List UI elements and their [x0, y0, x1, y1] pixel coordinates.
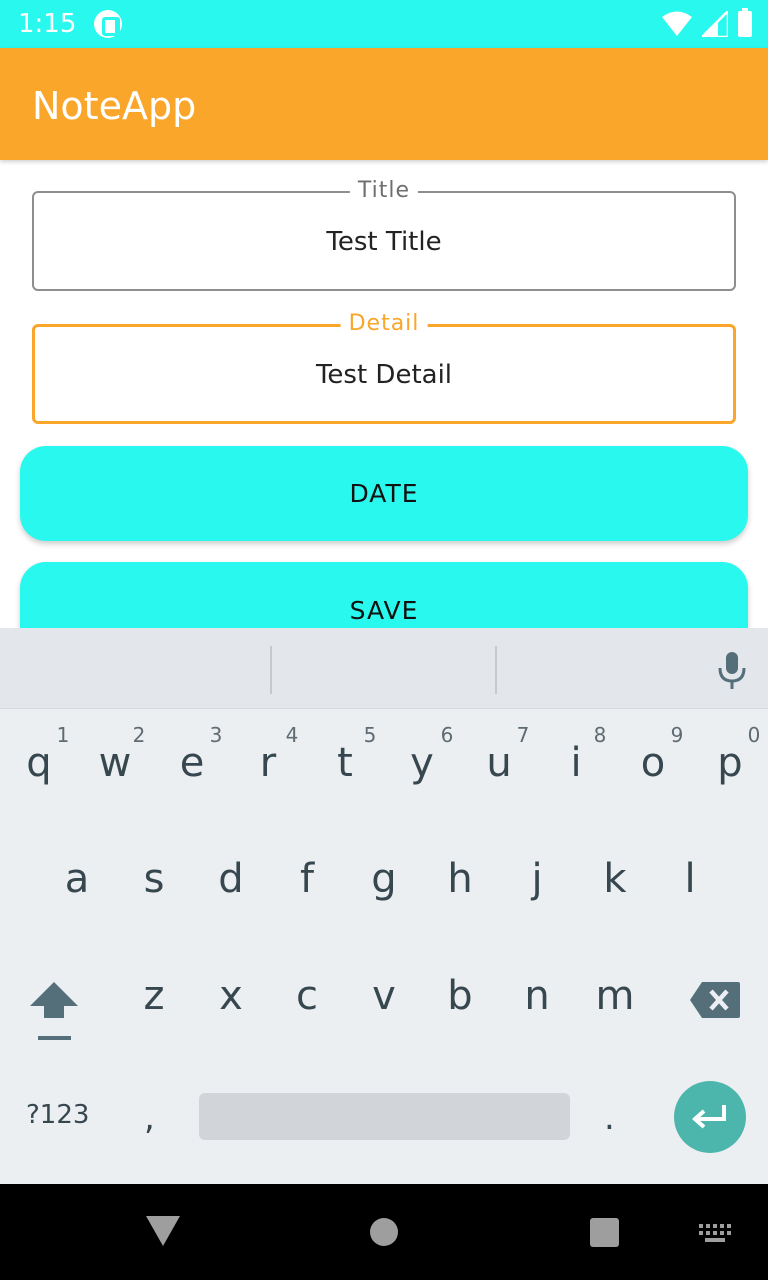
key-r[interactable]: r	[238, 740, 298, 786]
key-h[interactable]: h	[430, 856, 490, 902]
comma-key[interactable]: ,	[144, 1098, 155, 1138]
key-g[interactable]: g	[354, 856, 414, 902]
status-time: 1:15	[18, 9, 77, 39]
key-p[interactable]: p	[700, 740, 760, 786]
key-x[interactable]: x	[201, 973, 261, 1019]
app-title: NoteApp	[32, 84, 197, 128]
key-s[interactable]: s	[124, 856, 184, 902]
period-key[interactable]: .	[604, 1098, 615, 1138]
wifi-icon	[662, 11, 692, 36]
key-v[interactable]: v	[354, 973, 414, 1019]
title-field[interactable]: Title Test Title	[32, 178, 736, 291]
backspace-icon[interactable]	[690, 982, 740, 1018]
title-field-value[interactable]: Test Title	[34, 227, 734, 257]
key-o[interactable]: o	[623, 740, 683, 786]
key-m[interactable]: m	[585, 973, 645, 1019]
status-bar: 1:15	[0, 0, 768, 48]
navigation-bar	[0, 1184, 768, 1280]
key-i[interactable]: i	[546, 740, 606, 786]
battery-icon	[738, 8, 752, 37]
detail-field-value[interactable]: Test Detail	[35, 360, 733, 390]
key-k[interactable]: k	[585, 856, 645, 902]
key-a[interactable]: a	[47, 856, 107, 902]
key-d[interactable]: d	[201, 856, 261, 902]
space-bar[interactable]	[199, 1093, 570, 1140]
detail-field[interactable]: Detail Test Detail	[32, 311, 736, 424]
detail-field-label: Detail	[340, 311, 428, 336]
key-w[interactable]: w	[85, 740, 145, 786]
key-j[interactable]: j	[507, 856, 567, 902]
key-e[interactable]: e	[162, 740, 222, 786]
key-t[interactable]: t	[315, 740, 375, 786]
suggestion-strip	[0, 628, 768, 709]
back-icon[interactable]	[146, 1216, 180, 1246]
enter-icon	[691, 1105, 726, 1129]
soft-keyboard: 1 q 2 w 3 e 4 r 5 t 6 y 7 u 8 i 9 o 0 p …	[0, 628, 768, 1184]
home-icon[interactable]	[370, 1218, 398, 1246]
key-z[interactable]: z	[124, 973, 184, 1019]
title-field-label: Title	[349, 178, 419, 203]
microphone-icon[interactable]	[716, 650, 748, 690]
shift-icon[interactable]	[30, 980, 80, 1042]
key-l[interactable]: l	[660, 856, 720, 902]
key-b[interactable]: b	[430, 973, 490, 1019]
recent-apps-icon[interactable]	[590, 1218, 619, 1247]
key-y[interactable]: y	[392, 740, 452, 786]
keyboard-switch-icon[interactable]	[699, 1224, 731, 1242]
notification-app-icon	[94, 10, 122, 38]
key-n[interactable]: n	[507, 973, 567, 1019]
status-icons	[662, 8, 752, 38]
suggestion-divider	[495, 646, 497, 694]
symbols-key[interactable]: ?123	[26, 1100, 89, 1130]
key-u[interactable]: u	[469, 740, 529, 786]
key-q[interactable]: q	[9, 740, 69, 786]
date-button[interactable]: DATE	[20, 446, 748, 541]
app-bar: NoteApp	[0, 48, 768, 160]
key-f[interactable]: f	[277, 856, 337, 902]
enter-key[interactable]	[674, 1081, 746, 1153]
suggestion-divider	[270, 646, 272, 694]
key-c[interactable]: c	[277, 973, 337, 1019]
signal-icon	[702, 11, 728, 37]
